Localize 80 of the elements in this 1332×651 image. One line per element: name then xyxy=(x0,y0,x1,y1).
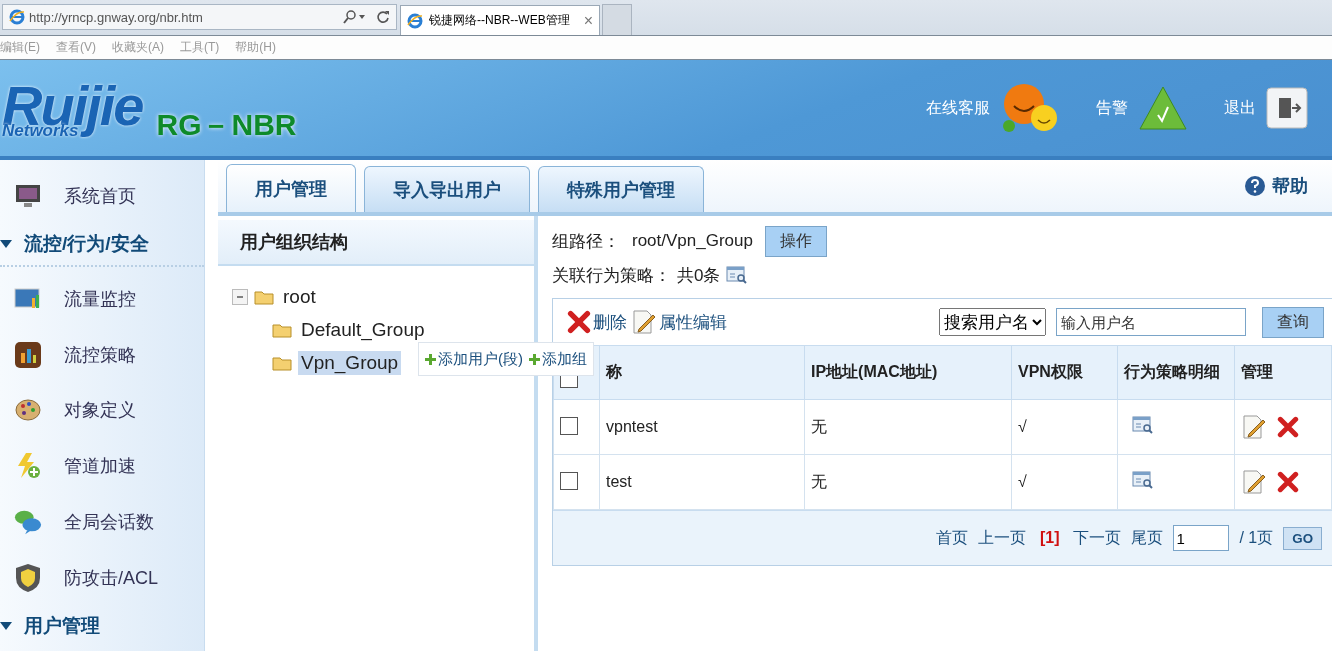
sidebar-item[interactable]: 管道加速 xyxy=(0,438,204,495)
sidebar-section[interactable]: 用户管理 xyxy=(0,605,204,647)
smiley-faces-icon[interactable] xyxy=(1000,82,1060,134)
tree-node[interactable]: Vpn_Group xyxy=(298,350,402,375)
folder-icon xyxy=(254,288,274,305)
sidebar-item[interactable]: 全局会话数 xyxy=(0,494,204,550)
edit-note-icon[interactable] xyxy=(1241,469,1267,495)
column-header: 行为策略明细 xyxy=(1117,345,1235,400)
sidebar-item[interactable]: 流控策略 xyxy=(0,326,204,383)
tab[interactable]: 特殊用户管理 xyxy=(538,166,704,212)
table-cell: √ xyxy=(1011,454,1118,510)
sidebar-item[interactable]: 对象定义 xyxy=(0,382,204,439)
row-checkbox[interactable] xyxy=(560,471,578,490)
go-button[interactable]: GO xyxy=(1283,526,1322,550)
list-view-icon[interactable] xyxy=(726,265,749,285)
panel-title: 用户组织结构 xyxy=(218,220,534,266)
row-checkbox[interactable] xyxy=(560,416,578,435)
sidebar-item[interactable]: 防攻击/ACL xyxy=(0,550,204,606)
collapse-toggle[interactable] xyxy=(232,288,248,305)
last-page-link[interactable]: 尾页 xyxy=(1131,527,1164,549)
warning-triangle-icon[interactable] xyxy=(1138,85,1188,131)
edit-note-icon[interactable] xyxy=(1241,414,1267,440)
browser-tab[interactable]: 锐捷网络--NBR--WEB管理 × xyxy=(400,5,600,35)
table-cell: vpntest xyxy=(599,399,805,455)
previous-page-link[interactable]: 上一页 xyxy=(977,527,1026,549)
address-bar[interactable]: http://yrncp.gnway.org/nbr.htm xyxy=(2,4,397,30)
url-text: http://yrncp.gnway.org/nbr.htm xyxy=(29,9,204,25)
popup-menu-item[interactable]: 添加用户(段) xyxy=(425,349,523,369)
sidebar-section[interactable]: 流控/行为/安全 xyxy=(0,223,204,267)
edit-properties-link[interactable]: 属性编辑 xyxy=(631,309,727,335)
delete-link[interactable]: 删除 xyxy=(567,310,627,334)
sidebar-item[interactable]: 流量监控 xyxy=(0,270,204,327)
folder-icon xyxy=(272,321,292,338)
shield-icon xyxy=(14,562,42,593)
list-view-icon[interactable] xyxy=(1132,470,1154,490)
tab[interactable]: 导入导出用户 xyxy=(364,166,530,212)
column-header: VPN权限 xyxy=(1011,345,1118,400)
delete-x-icon[interactable] xyxy=(1277,471,1299,493)
table-cell: test xyxy=(599,454,805,510)
query-button[interactable]: 查询 xyxy=(1262,306,1324,338)
list-view-icon[interactable] xyxy=(1132,415,1154,435)
table-cell: √ xyxy=(1011,399,1118,455)
current-page: [1] xyxy=(1039,529,1060,547)
username-input-field[interactable]: 输入用户名 xyxy=(1056,308,1246,336)
product-name: RG－NBR xyxy=(156,106,297,143)
delete-x-icon[interactable] xyxy=(567,310,591,334)
close-tab-button[interactable]: × xyxy=(583,11,593,30)
refresh-icon[interactable] xyxy=(376,10,390,24)
table-cell: 无 xyxy=(804,454,1012,510)
tree-node[interactable]: root xyxy=(280,284,319,309)
first-page-link[interactable]: 首页 xyxy=(935,527,968,549)
search-type-dropdown[interactable]: 搜索用户名 xyxy=(939,308,1046,336)
policy-count: 共0条 xyxy=(677,264,721,287)
popup-menu-item[interactable]: 添加组 xyxy=(529,349,587,369)
folder-icon xyxy=(272,354,292,371)
delete-x-icon[interactable] xyxy=(1277,416,1299,438)
tree-node[interactable]: Default_Group xyxy=(298,317,428,342)
column-header: IP地址(MAC地址) xyxy=(804,345,1012,400)
plus-icon xyxy=(425,353,436,365)
next-page-link[interactable]: 下一页 xyxy=(1073,527,1122,549)
page-number-field[interactable]: 1 xyxy=(1173,525,1230,551)
plus-icon xyxy=(529,353,540,365)
path-label: 组路径： xyxy=(552,230,620,253)
column-header: 称 xyxy=(599,345,805,400)
table-cell: 无 xyxy=(804,399,1012,455)
browser-logo-icon xyxy=(407,12,423,29)
path-value: root/Vpn_Group xyxy=(632,231,753,251)
exit-door-icon[interactable] xyxy=(1266,87,1308,129)
help-link[interactable]: 帮助 xyxy=(1244,174,1308,198)
monitor-icon xyxy=(14,182,42,209)
browser-logo-icon xyxy=(9,9,25,25)
policy-label: 关联行为策略： xyxy=(552,264,671,287)
sidebar-item[interactable]: 系统首页 xyxy=(0,168,204,224)
action-button[interactable]: 操作 xyxy=(764,225,827,257)
page-total: / 1页 xyxy=(1239,527,1274,548)
column-header: 管理 xyxy=(1234,345,1332,400)
bar-chart-icon xyxy=(14,340,42,369)
tab[interactable]: 用户管理 xyxy=(226,164,356,212)
help-icon xyxy=(1244,175,1266,197)
edit-note-icon[interactable] xyxy=(631,309,657,335)
